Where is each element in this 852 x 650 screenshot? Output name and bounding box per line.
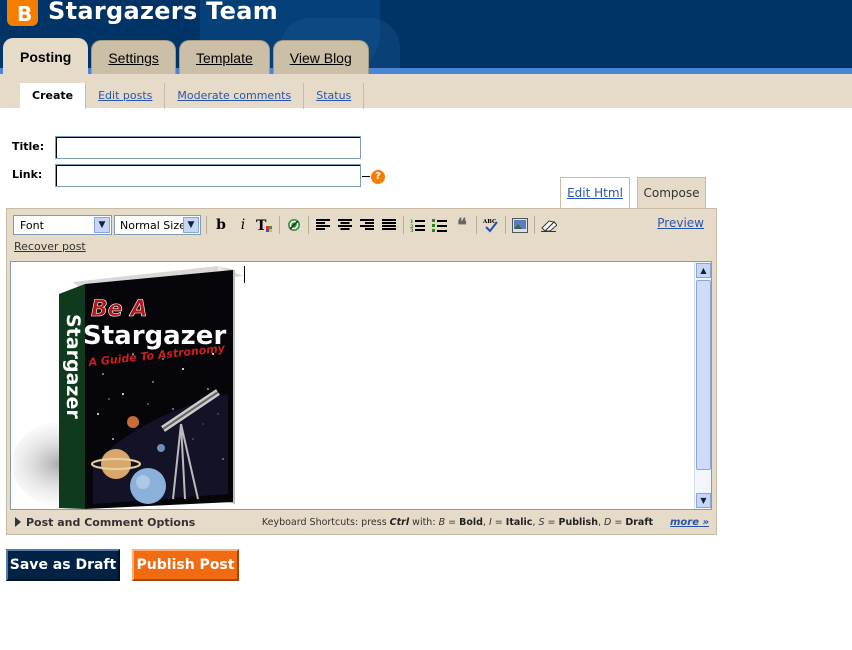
- blogger-logo-icon[interactable]: B: [7, 0, 38, 26]
- justify-icon[interactable]: [378, 214, 400, 236]
- editor-toolbar: Font ▼ Normal Size ▼ b i T 123 ❝ ABC: [13, 213, 560, 237]
- bullet-list-icon[interactable]: [429, 214, 451, 236]
- scroll-thumb[interactable]: [696, 280, 711, 470]
- main-tabs: Posting Settings Template View Blog: [0, 38, 369, 74]
- publish-post-button[interactable]: Publish Post: [132, 549, 239, 581]
- numbered-list-icon[interactable]: 123: [407, 214, 429, 236]
- spellcheck-icon[interactable]: ABC: [480, 214, 502, 236]
- book-cover-image: Be A Stargazer A Guide To Astronomy Star…: [11, 264, 243, 513]
- svg-text:Stargazer: Stargazer: [62, 314, 84, 419]
- subnav-edit-posts[interactable]: Edit posts: [86, 83, 166, 109]
- post-comment-options-toggle[interactable]: Post and Comment Options: [15, 516, 195, 529]
- subnav-moderate-comments[interactable]: Moderate comments: [165, 83, 305, 109]
- link-icon[interactable]: [283, 214, 305, 236]
- tab-settings[interactable]: Settings: [91, 40, 176, 74]
- tab-edit-html[interactable]: Edit Html: [560, 177, 630, 208]
- title-label: Title:: [12, 140, 45, 153]
- more-shortcuts-link[interactable]: more »: [670, 517, 709, 528]
- editor-footer: Post and Comment Options Keyboard Shortc…: [15, 514, 709, 532]
- recover-post-link[interactable]: Recover post: [14, 240, 86, 253]
- help-icon[interactable]: ?: [371, 170, 385, 184]
- tab-posting[interactable]: Posting: [3, 38, 89, 74]
- blockquote-icon[interactable]: ❝: [451, 214, 473, 236]
- svg-text:Be A: Be A: [91, 297, 147, 322]
- link-input[interactable]: [55, 164, 361, 187]
- eraser-icon[interactable]: [538, 214, 560, 236]
- align-left-icon[interactable]: [312, 214, 334, 236]
- post-body-editor[interactable]: Be A Stargazer A Guide To Astronomy Star…: [10, 261, 712, 510]
- preview-link[interactable]: Preview: [657, 216, 704, 230]
- subnav-create[interactable]: Create: [20, 83, 87, 109]
- insert-image-icon[interactable]: [509, 214, 531, 236]
- bold-icon[interactable]: b: [210, 214, 232, 236]
- expand-triangle-icon: [15, 517, 21, 527]
- tab-template[interactable]: Template: [178, 40, 270, 74]
- editor-scrollbar[interactable]: ▲ ▼: [694, 262, 711, 509]
- subnav-status[interactable]: Status: [304, 83, 365, 109]
- scroll-down-icon[interactable]: ▼: [696, 493, 711, 508]
- keyboard-shortcuts-hint: Keyboard Shortcuts: press Ctrl with: B =…: [261, 517, 653, 528]
- save-as-draft-button[interactable]: Save as Draft: [6, 549, 120, 581]
- chevron-down-icon: ▼: [94, 217, 110, 233]
- blog-title: Stargazers Team: [48, 0, 279, 25]
- sub-navigation: Create Edit posts Moderate comments Stat…: [0, 74, 852, 109]
- text-caret: [244, 266, 245, 283]
- tab-view-blog[interactable]: View Blog: [272, 40, 369, 74]
- scroll-up-icon[interactable]: ▲: [696, 263, 711, 278]
- svg-text:3: 3: [410, 228, 414, 232]
- title-input[interactable]: [55, 136, 361, 159]
- text-color-icon[interactable]: T: [254, 214, 276, 236]
- font-size-select[interactable]: Normal Size ▼: [114, 215, 201, 235]
- align-right-icon[interactable]: [356, 214, 378, 236]
- chevron-down-icon: ▼: [183, 217, 199, 233]
- svg-text:T: T: [256, 218, 267, 233]
- tab-compose[interactable]: Compose: [637, 177, 706, 208]
- italic-icon[interactable]: i: [232, 214, 254, 236]
- link-label: Link:: [12, 168, 43, 181]
- font-select[interactable]: Font ▼: [13, 215, 112, 235]
- post-editor: Font ▼ Normal Size ▼ b i T 123 ❝ ABC Previ…: [6, 208, 717, 535]
- align-center-icon[interactable]: [334, 214, 356, 236]
